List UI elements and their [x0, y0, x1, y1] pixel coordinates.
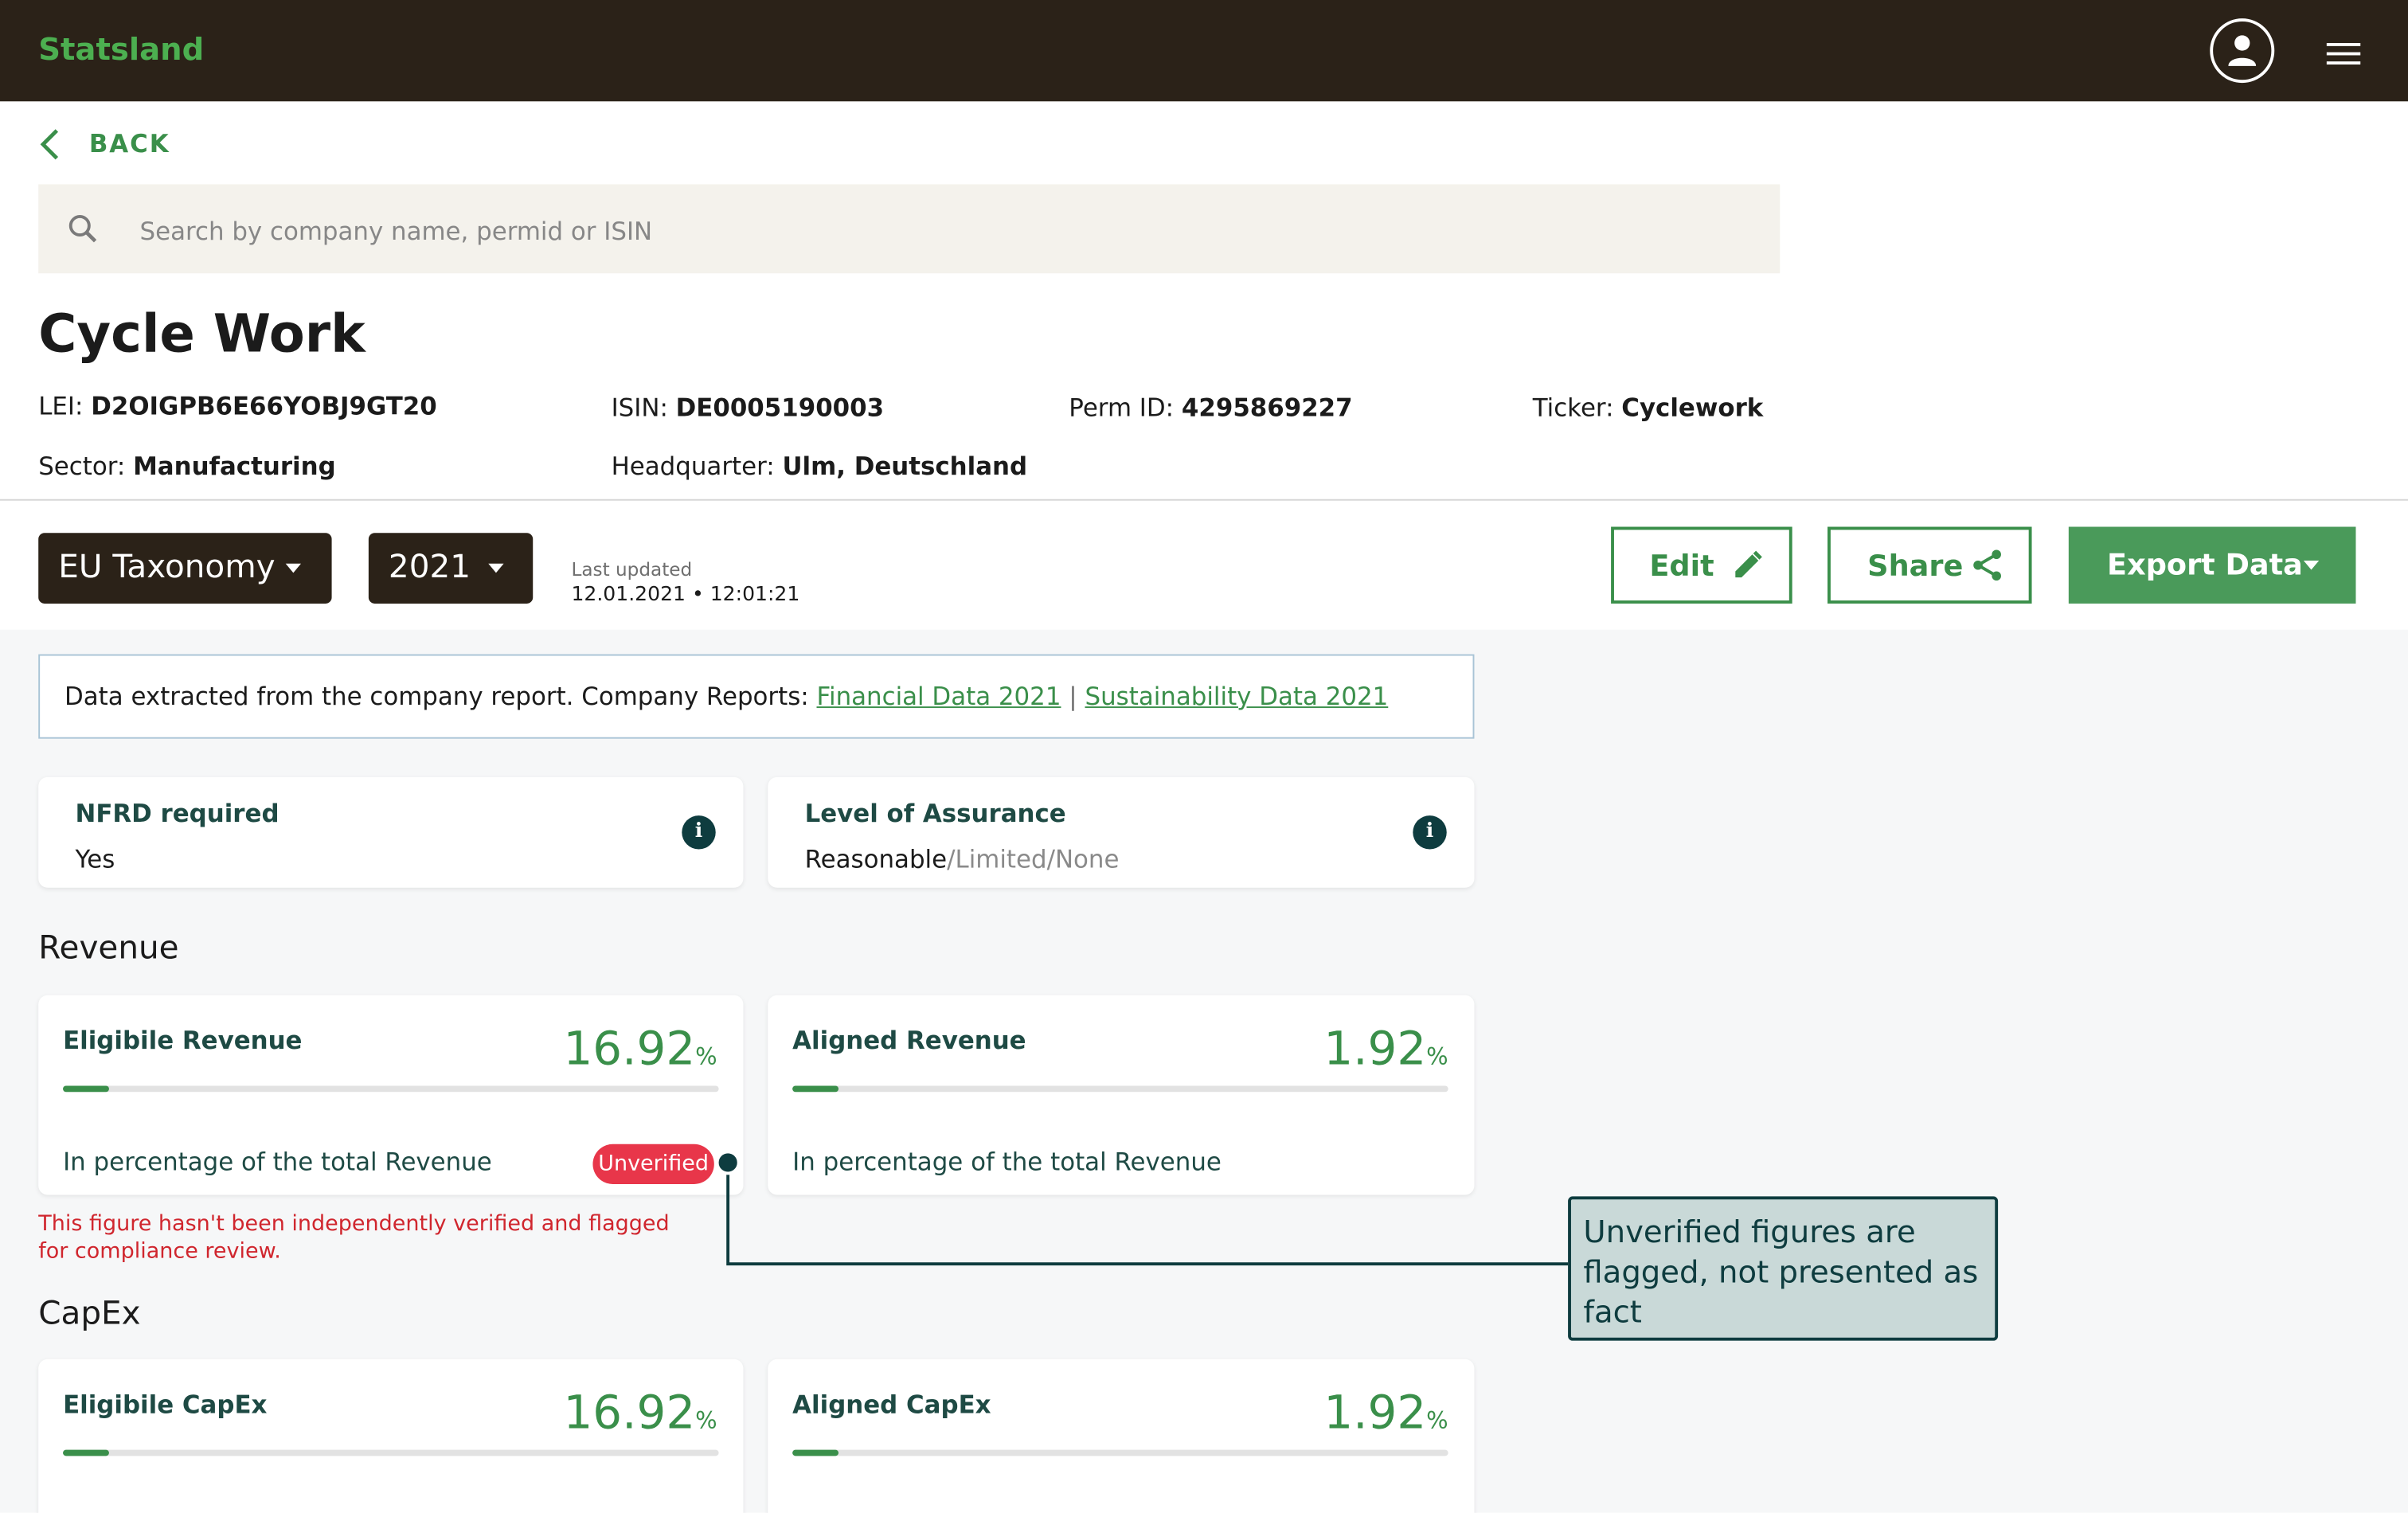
- eligible-capex-card: Eligibile CapEx 16.92%: [38, 1359, 744, 1513]
- eligible-capex-value: 16.92%: [563, 1386, 717, 1441]
- capex-section-title: CapEx: [38, 1294, 141, 1332]
- aligned-capex-card: Aligned CapEx 1.92%: [768, 1359, 1475, 1513]
- aligned-capex-value: 1.92%: [1323, 1386, 1448, 1441]
- eligible-capex-progress: [63, 1449, 719, 1456]
- aligned-capex-progress: [792, 1449, 1448, 1456]
- callout-marker: [715, 1150, 741, 1175]
- callout-connector: [726, 1162, 1569, 1266]
- annotation-callout: Unverified figures are flagged, not pres…: [1568, 1196, 1999, 1341]
